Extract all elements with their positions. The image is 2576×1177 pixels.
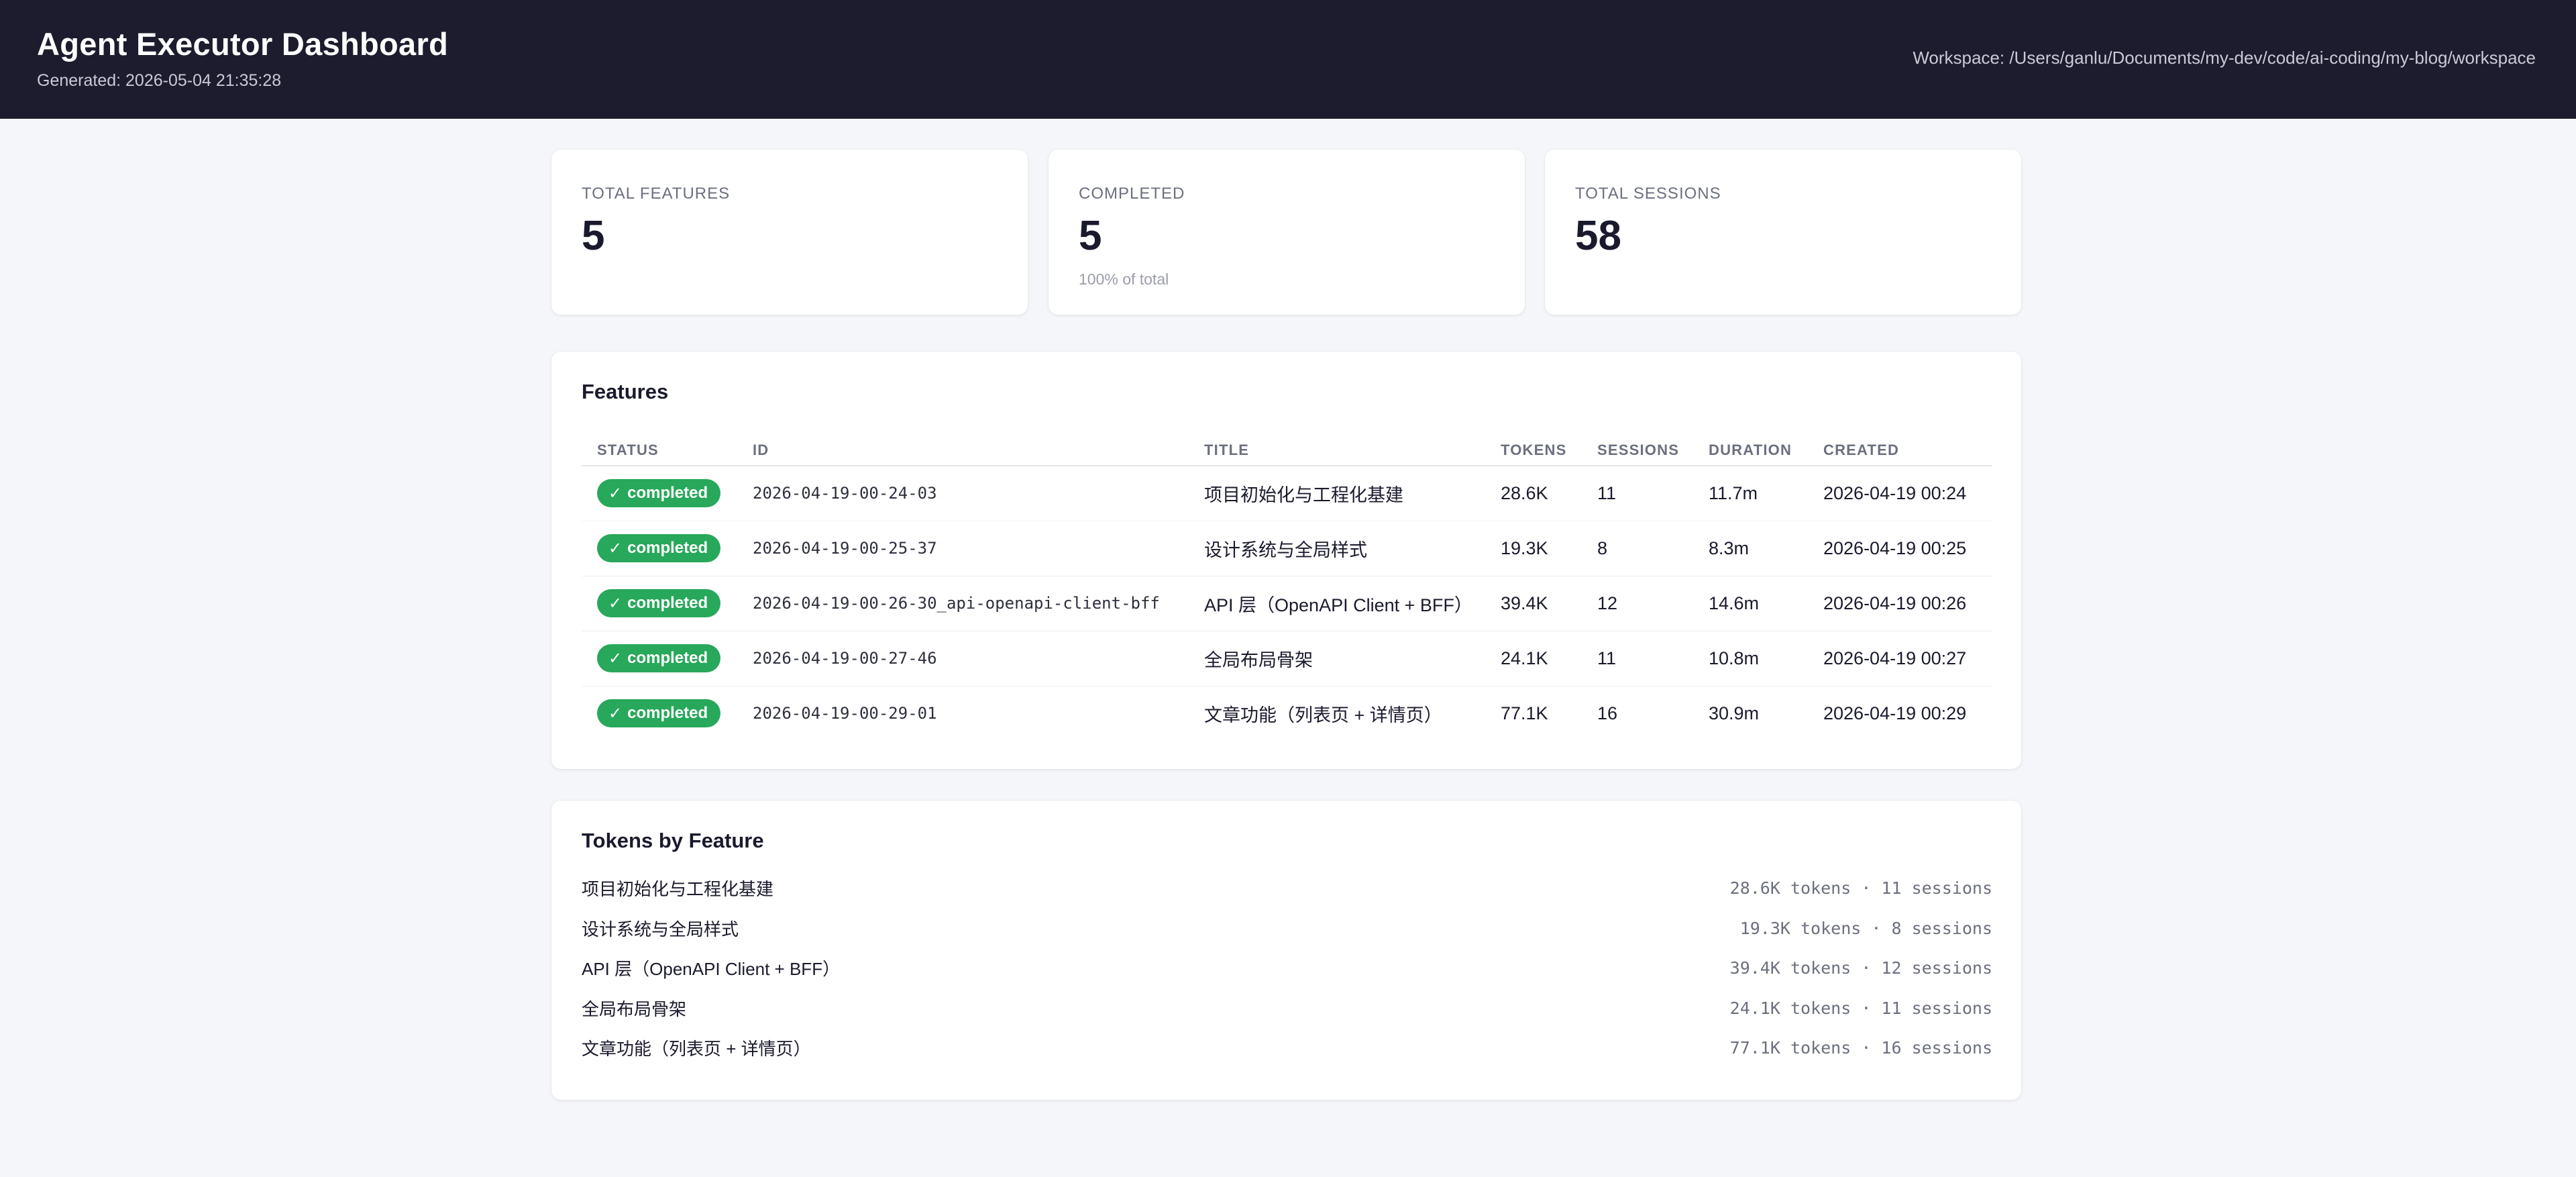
token-feature-stat: 24.1K tokens · 11 sessions [1729,998,1992,1018]
feature-id: 2026-04-19-00-25-37 [737,521,1189,576]
feature-duration: 30.9m [1709,703,1760,723]
check-icon: ✓ [608,704,623,723]
list-item: 设计系统与全局样式 19.3K tokens · 8 sessions [582,908,1992,948]
status-label: completed [627,704,708,723]
check-icon: ✓ [608,649,623,668]
tokens-by-feature-card: Tokens by Feature 项目初始化与工程化基建 28.6K toke… [551,801,2021,1100]
feature-title: API 层（OpenAPI Client + BFF） [1189,576,1485,631]
token-feature-name: 设计系统与全局样式 [582,919,739,939]
feature-title: 全局布局骨架 [1189,631,1485,686]
feature-id: 2026-04-19-00-29-01 [753,704,937,723]
check-icon: ✓ [608,539,623,558]
status-label: completed [627,649,708,667]
check-icon: ✓ [608,594,623,613]
feature-created: 2026-04-19 00:24 [1808,466,1992,521]
stat-subtext: 100% of total [1079,270,1169,288]
status-label: completed [627,539,708,557]
token-feature-name: 文章功能（列表页 + 详情页） [582,1038,811,1059]
feature-duration: 8.3m [1693,521,1808,576]
status-badge: ✓ completed [597,589,721,617]
feature-created: 2026-04-19 00:26 [1808,576,1992,631]
table-row[interactable]: ✓ completed 2026-04-19-00-24-03 项目初始化与工程化… [582,466,1992,521]
feature-id: 2026-04-19-00-24-03 [737,466,1189,521]
dashboard-header: Agent Executor Dashboard Generated: 2026… [0,0,2576,119]
stat-value: 58 [1575,213,1621,259]
feature-id: 2026-04-19-00-27-46 [737,631,1189,686]
status-badge: ✓ completed [597,479,721,508]
table-row[interactable]: ✓ completed 2026-04-19-00-26-30_api-opena… [582,576,1992,631]
token-feature-stat: 28.6K tokens · 11 sessions [1729,878,1992,898]
feature-sessions: 16 [1597,703,1618,723]
status-badge: ✓ completed [597,534,721,562]
table-header-row: STATUS ID TITLE TOKENS SESSIONS DURATION… [582,435,1992,466]
stat-card-total-features: TOTAL FEATURES 5 [551,150,1028,315]
status-label: completed [627,594,708,612]
feature-tokens: 19.3K [1485,521,1582,576]
status-badge: ✓ completed [597,644,721,672]
stat-value: 5 [1079,213,1102,259]
token-feature-name: API 层（OpenAPI Client + BFF） [582,958,841,979]
feature-sessions: 11 [1582,631,1693,686]
feature-created: 2026-04-19 00:27 [1808,631,1992,686]
stat-label: TOTAL FEATURES [582,185,731,203]
generated-timestamp: Generated: 2026-05-04 21:35:28 [37,71,282,90]
stat-label: TOTAL SESSIONS [1575,185,1721,203]
feature-sessions: 12 [1582,576,1693,631]
token-feature-stat: 39.4K tokens · 12 sessions [1729,958,1992,978]
table-row[interactable]: ✓ completed 2026-04-19-00-27-46 全局布局骨架 24… [582,631,1992,686]
feature-title: 设计系统与全局样式 [1189,521,1485,576]
column-header-created[interactable]: CREATED [1808,435,1992,466]
feature-duration: 10.8m [1693,631,1808,686]
list-item: 项目初始化与工程化基建 28.6K tokens · 11 sessions [582,868,1992,908]
stat-card-total-sessions: TOTAL SESSIONS 58 [1545,150,2021,315]
status-label: completed [627,484,708,503]
features-section-title: Features [582,380,669,403]
column-header-status[interactable]: STATUS [582,435,737,466]
workspace-path: Workspace: /Users/ganlu/Documents/my-dev… [1913,48,2536,68]
feature-title: 文章功能（列表页 + 详情页） [1204,705,1442,725]
token-feature-stat: 19.3K tokens · 8 sessions [1739,918,1992,938]
feature-sessions: 8 [1582,521,1693,576]
feature-duration: 14.6m [1693,576,1808,631]
token-feature-stat: 77.1K tokens · 16 sessions [1729,1037,1992,1058]
page-title: Agent Executor Dashboard [37,26,449,62]
table-row[interactable]: ✓ completed 2026-04-19-00-29-01 文章功能（列表页 … [582,686,1992,741]
tokens-section-title: Tokens by Feature [582,829,764,852]
column-header-sessions[interactable]: SESSIONS [1582,435,1693,466]
status-badge: ✓ completed [597,699,721,728]
column-header-title[interactable]: TITLE [1189,435,1485,466]
feature-tokens: 77.1K [1501,703,1548,723]
list-item: 文章功能（列表页 + 详情页） 77.1K tokens · 16 sessio… [582,1027,1992,1068]
column-header-tokens[interactable]: TOKENS [1485,435,1582,466]
column-header-duration[interactable]: DURATION [1693,435,1808,466]
feature-duration: 11.7m [1693,466,1808,521]
feature-created: 2026-04-19 00:25 [1808,521,1992,576]
stat-card-completed: COMPLETED 5 100% of total [1049,150,1525,315]
list-item: API 层（OpenAPI Client + BFF） 39.4K tokens… [582,948,1992,988]
stat-label: COMPLETED [1079,185,1185,203]
token-feature-name: 全局布局骨架 [582,999,687,1019]
feature-sessions: 11 [1582,466,1693,521]
list-item: 全局布局骨架 24.1K tokens · 11 sessions [582,988,1992,1028]
table-row[interactable]: ✓ completed 2026-04-19-00-25-37 设计系统与全局样式… [582,521,1992,576]
features-table: STATUS ID TITLE TOKENS SESSIONS DURATION… [582,435,1992,741]
feature-tokens: 24.1K [1485,631,1582,686]
feature-title: 项目初始化与工程化基建 [1189,466,1485,521]
feature-id: 2026-04-19-00-26-30_api-openapi-client-b… [737,576,1189,631]
feature-tokens: 28.6K [1485,466,1582,521]
stat-value: 5 [582,213,605,259]
check-icon: ✓ [608,484,623,503]
column-header-id[interactable]: ID [737,435,1189,466]
feature-created: 2026-04-19 00:29 [1823,703,1967,723]
token-feature-name: 项目初始化与工程化基建 [582,878,774,899]
features-card: Features STATUS ID TITLE TOKENS SESSIONS… [551,352,2021,769]
feature-tokens: 39.4K [1485,576,1582,631]
